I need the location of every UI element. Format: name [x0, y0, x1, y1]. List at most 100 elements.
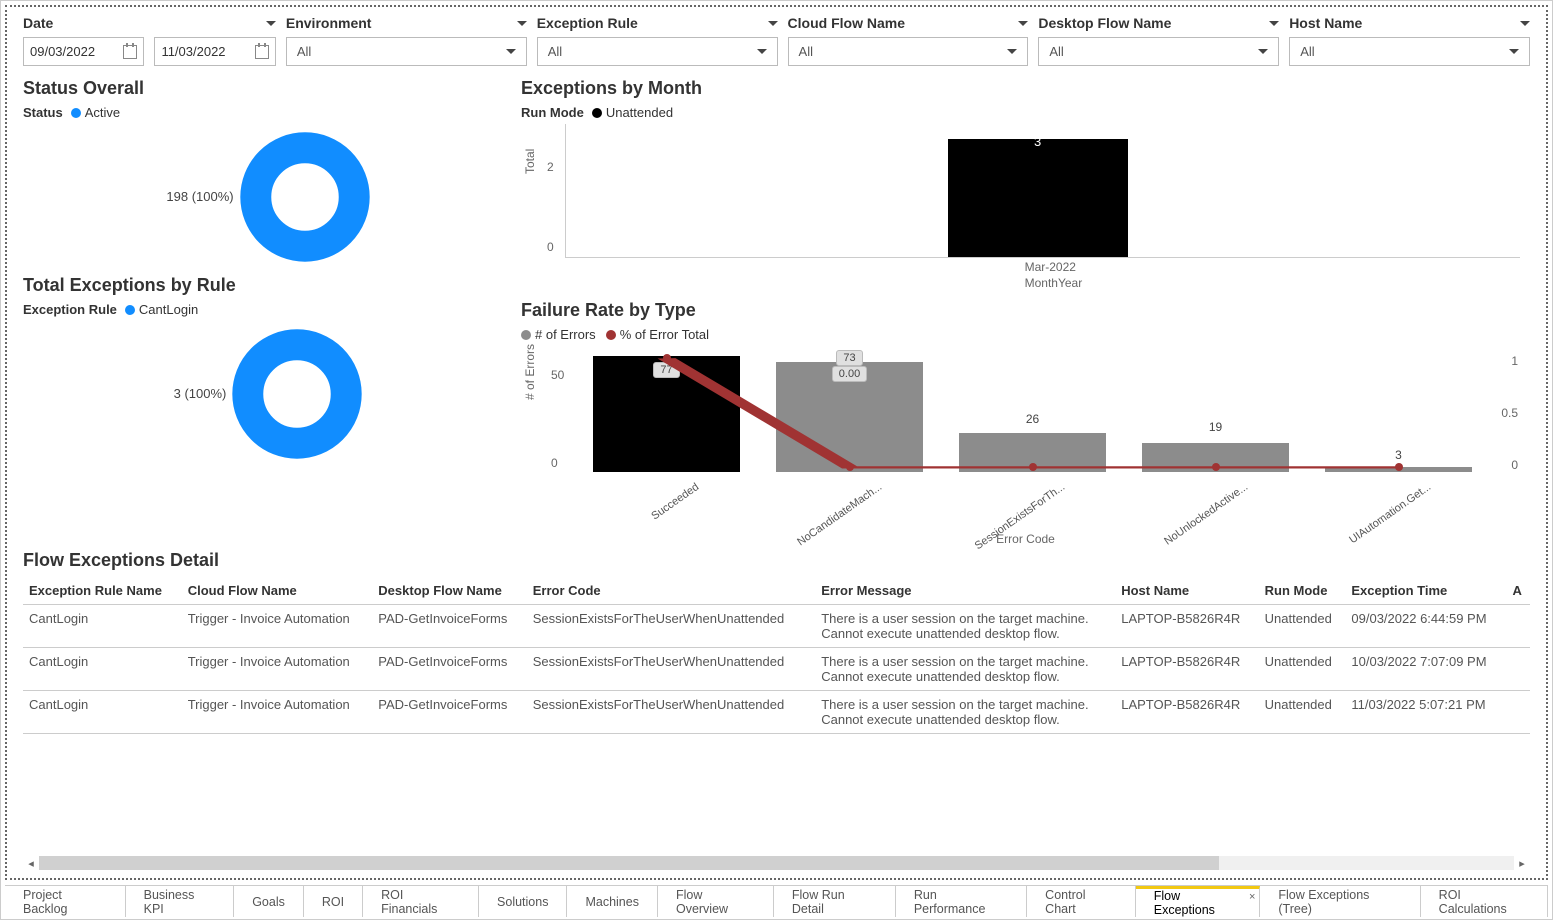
filter-environment: Environment All	[286, 13, 527, 66]
cell: 11/03/2022 5:07:21 PM	[1345, 691, 1506, 734]
cell: LAPTOP-B5826R4R	[1115, 605, 1258, 648]
tab[interactable]: Control Chart	[1027, 886, 1136, 917]
filter-desktop-flow: Desktop Flow Name All	[1038, 13, 1279, 66]
combo-plot-area: 77 730.00 26 19 3 Succeeded	[575, 356, 1490, 472]
cell: Trigger - Invoice Automation	[182, 605, 373, 648]
col-header[interactable]: Host Name	[1115, 577, 1258, 605]
legend-dot-icon	[521, 330, 531, 340]
tab[interactable]: Flow Exceptions (Tree)	[1260, 886, 1420, 917]
y-tick: 2	[547, 160, 554, 174]
col-header[interactable]: Exception Time	[1345, 577, 1506, 605]
calendar-icon[interactable]	[255, 45, 269, 59]
scroll-right-icon[interactable]: ▸	[1514, 857, 1530, 870]
chevron-down-icon	[1258, 49, 1268, 54]
tab[interactable]: Flow Exceptions×	[1136, 886, 1261, 917]
filter-bar: Date 09/03/2022 11/03/2022 Environment A…	[7, 7, 1546, 68]
tab[interactable]: ROI Calculations	[1421, 886, 1548, 917]
legend-dot-icon	[606, 330, 616, 340]
close-icon[interactable]: ×	[1249, 891, 1255, 903]
environment-dropdown[interactable]: All	[286, 37, 527, 66]
tab[interactable]: Business KPI	[126, 886, 235, 917]
col-header[interactable]: A	[1507, 577, 1530, 605]
total-by-rule-visual[interactable]: Total Exceptions by Rule Exception RuleC…	[23, 275, 513, 466]
chevron-down-icon	[1509, 49, 1519, 54]
cell: LAPTOP-B5826R4R	[1115, 691, 1258, 734]
cell: Unattended	[1259, 605, 1346, 648]
cell	[1507, 605, 1530, 648]
cell: CantLogin	[23, 691, 182, 734]
col-header[interactable]: Run Mode	[1259, 577, 1346, 605]
horizontal-scrollbar[interactable]: ◂ ▸	[23, 854, 1530, 872]
cell: PAD-GetInvoiceForms	[372, 648, 526, 691]
donut-chart	[240, 132, 370, 262]
cell: CantLogin	[23, 648, 182, 691]
tab[interactable]: Machines	[567, 886, 658, 917]
x-axis-label: MonthYear	[1025, 276, 1083, 290]
line-point	[846, 463, 854, 471]
table-row[interactable]: CantLoginTrigger - Invoice AutomationPAD…	[23, 605, 1530, 648]
chevron-down-icon[interactable]	[1269, 21, 1279, 26]
y-tick: 50	[551, 368, 564, 382]
filter-date: Date 09/03/2022 11/03/2022	[23, 13, 276, 66]
tab[interactable]: ROI	[304, 886, 363, 917]
cloud-flow-dropdown[interactable]: All	[788, 37, 1029, 66]
status-overall-title: Status Overall	[23, 78, 513, 99]
col-header[interactable]: Error Message	[815, 577, 1115, 605]
desktop-flow-dropdown[interactable]: All	[1038, 37, 1279, 66]
host-dropdown[interactable]: All	[1289, 37, 1530, 66]
exception-rule-dropdown[interactable]: All	[537, 37, 778, 66]
chevron-down-icon[interactable]	[1520, 21, 1530, 26]
tab[interactable]: Run Performance	[896, 886, 1027, 917]
total-by-rule-title: Total Exceptions by Rule	[23, 275, 513, 296]
y2-tick: 1	[1511, 354, 1518, 368]
date-start-input[interactable]: 09/03/2022	[23, 37, 144, 66]
col-header[interactable]: Desktop Flow Name	[372, 577, 526, 605]
cell: PAD-GetInvoiceForms	[372, 691, 526, 734]
chevron-down-icon[interactable]	[266, 21, 276, 26]
y2-tick: 0	[1511, 458, 1518, 472]
y-tick: 0	[551, 456, 558, 470]
cell: Trigger - Invoice Automation	[182, 648, 373, 691]
detail-table-wrap[interactable]: Exception Rule Name Cloud Flow Name Desk…	[23, 577, 1530, 734]
tab[interactable]: Project Backlog	[5, 886, 126, 917]
scroll-thumb[interactable]	[39, 856, 1219, 870]
calendar-icon[interactable]	[123, 45, 137, 59]
cell: 10/03/2022 7:07:09 PM	[1345, 648, 1506, 691]
table-row[interactable]: CantLoginTrigger - Invoice AutomationPAD…	[23, 691, 1530, 734]
date-end-input[interactable]: 11/03/2022	[154, 37, 275, 66]
scroll-left-icon[interactable]: ◂	[23, 857, 39, 870]
chevron-down-icon[interactable]	[517, 21, 527, 26]
filter-cloud-flow: Cloud Flow Name All	[788, 13, 1029, 66]
legend-dot-icon	[125, 305, 135, 315]
col-header[interactable]: Exception Rule Name	[23, 577, 182, 605]
line-point	[1029, 463, 1037, 471]
cell: Unattended	[1259, 648, 1346, 691]
cell	[1507, 648, 1530, 691]
status-overall-visual[interactable]: Status Overall StatusActive 198 (100%)	[23, 78, 513, 269]
donut-label: 3 (100%)	[174, 386, 227, 401]
cell: CantLogin	[23, 605, 182, 648]
cell: SessionExistsForTheUserWhenUnattended	[527, 648, 815, 691]
legend-dot-icon	[592, 108, 602, 118]
exceptions-by-month-visual[interactable]: Exceptions by Month Run ModeUnattended T…	[521, 78, 1530, 294]
chevron-down-icon[interactable]	[768, 21, 778, 26]
y2-tick: 0.5	[1501, 406, 1518, 420]
chevron-down-icon[interactable]	[1018, 21, 1028, 26]
tab[interactable]: ROI Financials	[363, 886, 479, 917]
bar-value: 3	[948, 134, 1128, 149]
table-row[interactable]: CantLoginTrigger - Invoice AutomationPAD…	[23, 648, 1530, 691]
cell: PAD-GetInvoiceForms	[372, 605, 526, 648]
tab[interactable]: Flow Run Detail	[774, 886, 896, 917]
x-axis-label: Error Code	[996, 532, 1055, 546]
line-point	[1212, 463, 1220, 471]
detail-table: Exception Rule Name Cloud Flow Name Desk…	[23, 577, 1530, 734]
cell: There is a user session on the target ma…	[815, 691, 1115, 734]
scroll-track[interactable]	[39, 856, 1514, 870]
tab[interactable]: Solutions	[479, 886, 567, 917]
failure-rate-visual[interactable]: Failure Rate by Type # of Errors % of Er…	[521, 300, 1530, 546]
tab[interactable]: Flow Overview	[658, 886, 774, 917]
cell: Trigger - Invoice Automation	[182, 691, 373, 734]
col-header[interactable]: Error Code	[527, 577, 815, 605]
tab[interactable]: Goals	[234, 886, 304, 917]
col-header[interactable]: Cloud Flow Name	[182, 577, 373, 605]
